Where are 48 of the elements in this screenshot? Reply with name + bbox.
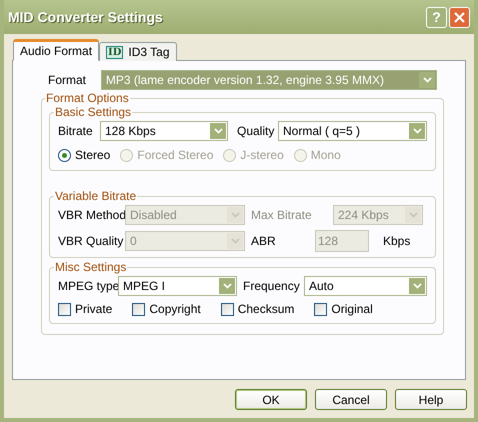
chevron-icon: [227, 233, 243, 249]
id-tag-icon: ID: [106, 46, 124, 58]
close-button[interactable]: [449, 6, 470, 28]
field-label: Kbps: [383, 233, 410, 250]
checkbox-option[interactable]: Copyright: [132, 300, 201, 318]
field-label: Frequency: [243, 278, 301, 295]
dropdown[interactable]: MPEG I: [118, 276, 237, 296]
group-title: Basic Settings: [54, 105, 132, 119]
checkbox-option[interactable]: Private: [58, 300, 112, 318]
chevron-icon: [227, 207, 243, 223]
dropdown-value: 0: [129, 233, 138, 249]
dropdown-value: Auto: [308, 278, 335, 294]
dropdown-value: 128 Kbps: [104, 123, 157, 139]
group-title: Misc Settings: [54, 260, 128, 274]
dropdown-value: MP3 (lame encoder version 1.32, engine 3.95 MMX): [104, 72, 385, 88]
field-label: Max Bitrate: [251, 207, 313, 224]
dialog-button[interactable]: Cancel: [315, 389, 387, 410]
field-label: MPEG type: [58, 278, 118, 295]
field-label: Format: [48, 72, 88, 89]
chevron-icon: [419, 72, 435, 88]
dropdown[interactable]: Normal ( q=5 ): [278, 121, 427, 141]
checkbox-option[interactable]: Original: [314, 300, 373, 318]
chevron-icon: [409, 123, 425, 139]
dropdown-value: Disabled: [129, 207, 178, 223]
field-label: VBR Method: [58, 207, 125, 224]
group-title: Variable Bitrate: [54, 189, 138, 203]
group-title: Format Options: [45, 91, 130, 105]
dropdown-value: Normal ( q=5 ): [282, 123, 362, 139]
chevron-icon: [409, 278, 425, 294]
field-label: VBR Quality: [58, 233, 124, 250]
dropdown[interactable]: 128 Kbps: [100, 121, 228, 141]
field-label: Bitrate: [58, 123, 94, 140]
window-title: MID Converter Settings: [8, 8, 164, 27]
field-label: ABR: [251, 233, 277, 250]
tab[interactable]: Audio Format: [13, 39, 100, 61]
dropdown[interactable]: Auto: [304, 276, 427, 296]
dropdown-value: MPEG I: [122, 278, 166, 294]
field-label: Quality: [237, 123, 276, 140]
tab[interactable]: ID ID3 Tag: [99, 42, 177, 61]
dropdown-value: 224 Kbps: [337, 207, 390, 223]
chevron-icon: [405, 207, 421, 223]
close-icon: [454, 12, 465, 22]
chevron-icon: [210, 123, 226, 139]
radio-option[interactable]: Stereo: [58, 146, 110, 164]
checkbox-option[interactable]: Checksum: [220, 300, 294, 318]
chevron-icon: [219, 278, 235, 294]
dialog-button[interactable]: OK: [235, 389, 307, 410]
dialog-button[interactable]: Help: [395, 389, 467, 410]
